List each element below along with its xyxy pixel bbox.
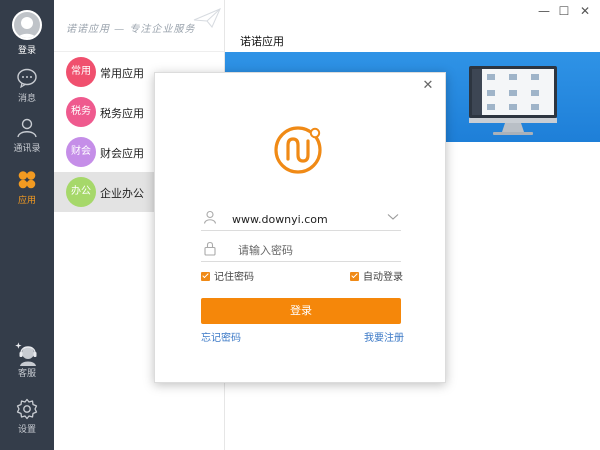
category-name: 税务应用 — [100, 107, 144, 120]
rail-item-label: 应用 — [17, 196, 36, 206]
rail-item-label: 客服 — [17, 369, 36, 379]
user-icon — [203, 210, 217, 224]
monitor-illustration — [469, 66, 557, 135]
customer-service-icon — [15, 342, 37, 366]
page-title: 诺诺应用 — [240, 35, 284, 48]
left-nav-rail: 登录 消息 通讯录 应用 客服 设置 — [0, 0, 54, 450]
rail-item-label: 登录 — [17, 46, 36, 56]
gear-icon — [16, 398, 38, 420]
paper-plane-icon — [193, 8, 221, 28]
remember-password-label: 记住密码 — [214, 272, 254, 283]
avatar — [12, 10, 42, 40]
lock-icon — [204, 241, 216, 256]
rail-item-messages[interactable]: 消息 — [0, 68, 54, 116]
username-value: www.downyi.com — [232, 213, 328, 226]
rail-item-label: 设置 — [17, 425, 36, 435]
slogan: 诺诺应用 — 专注企业服务 — [66, 24, 196, 35]
register-link[interactable]: 我要注册 — [364, 329, 404, 344]
login-dialog: ✕ www.downyi.com 记住密码 自动登录 登录 忘记密码 我要注册 — [154, 72, 446, 383]
rail-item-label: 消息 — [17, 94, 36, 104]
rail-item-apps[interactable]: 应用 — [0, 170, 54, 218]
rail-item-login[interactable]: 登录 — [0, 10, 54, 58]
rail-item-label: 通讯录 — [13, 144, 41, 154]
category-name: 常用应用 — [100, 67, 144, 80]
chevron-down-icon[interactable] — [387, 213, 399, 221]
rail-item-contacts[interactable]: 通讯录 — [0, 118, 54, 166]
category-name: 企业办公 — [100, 187, 144, 200]
rail-item-support[interactable]: 客服 — [0, 340, 54, 388]
dialog-close-button[interactable]: ✕ — [421, 79, 435, 93]
category-badge: 常用 — [66, 57, 96, 87]
nuonuo-logo-icon — [274, 126, 322, 174]
password-field[interactable] — [201, 238, 401, 262]
category-badge: 财会 — [66, 137, 96, 167]
rail-item-settings[interactable]: 设置 — [0, 398, 54, 446]
checkbox-checked-icon — [201, 272, 210, 281]
auto-login-label: 自动登录 — [363, 272, 403, 283]
category-badge: 税务 — [66, 97, 96, 127]
category-badge: 办公 — [66, 177, 96, 207]
contacts-person-icon — [17, 118, 37, 138]
password-input[interactable] — [238, 242, 388, 258]
auto-login-checkbox[interactable]: 自动登录 — [350, 268, 403, 283]
window-close-button[interactable]: ✕ — [577, 4, 593, 18]
remember-password-checkbox[interactable]: 记住密码 — [201, 268, 254, 283]
login-button[interactable]: 登录 — [201, 298, 401, 324]
chat-bubble-icon — [17, 68, 37, 88]
apps-petals-icon — [18, 171, 36, 189]
checkbox-checked-icon — [350, 272, 359, 281]
category-name: 财会应用 — [100, 147, 144, 160]
maximize-button[interactable]: ☐ — [556, 4, 572, 18]
user-silhouette-icon — [17, 17, 37, 38]
username-field[interactable]: www.downyi.com — [201, 207, 401, 231]
minimize-button[interactable]: — — [536, 4, 552, 18]
category-header: 诺诺应用 — 专注企业服务 — [54, 0, 224, 52]
forgot-password-link[interactable]: 忘记密码 — [201, 329, 241, 344]
